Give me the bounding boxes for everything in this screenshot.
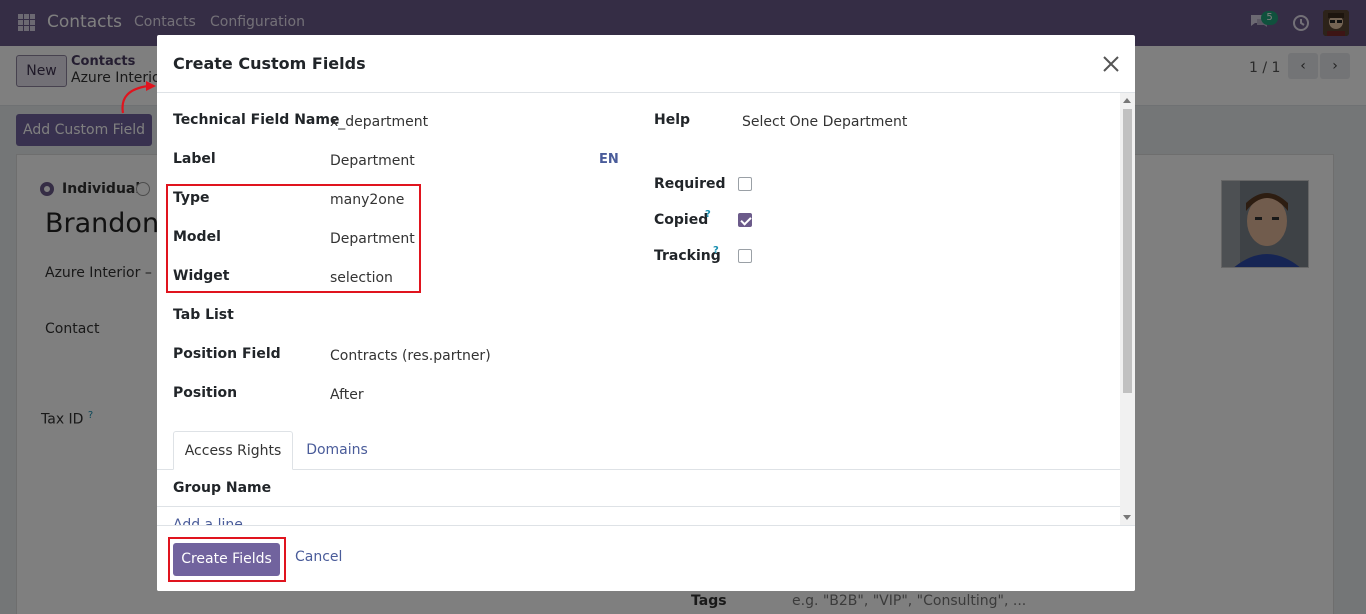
label-input[interactable]: Department [330,153,415,169]
position-field-label: Position Field [173,346,281,362]
dialog-header: Create Custom Fields [157,35,1135,93]
tab-domains[interactable]: Domains [297,431,377,470]
dialog-scrollbar-thumb[interactable] [1123,109,1132,393]
scroll-up-icon[interactable] [1123,98,1131,103]
tracking-label: Tracking [654,248,721,264]
position-field-select[interactable]: Contracts (res.partner) [330,348,491,364]
dialog-footer: Create Fields Cancel [157,525,1135,591]
create-custom-fields-dialog: Create Custom Fields Technical Field Nam… [157,35,1135,591]
tab-access-rights[interactable]: Access Rights [173,431,293,470]
tracking-checkbox[interactable] [738,249,752,263]
group-name-column: Group Name [173,480,272,496]
close-icon[interactable] [1101,54,1121,74]
tracking-help-icon[interactable]: ? [713,245,719,256]
copied-help-icon[interactable]: ? [705,209,711,220]
required-label: Required [654,176,726,192]
technical-field-name-label: Technical Field Name [173,112,340,128]
position-label: Position [173,385,238,401]
scroll-down-icon[interactable] [1123,515,1131,520]
copied-checkbox[interactable] [738,213,752,227]
group-table-header: Group Name [157,470,1120,507]
position-select[interactable]: After [330,387,364,403]
technical-field-name-input[interactable]: x_department [330,114,428,130]
create-fields-button[interactable]: Create Fields [173,543,280,576]
help-label: Help [654,112,691,128]
required-checkbox[interactable] [738,177,752,191]
label-label: Label [173,151,216,167]
copied-label: Copied [654,212,709,228]
tab-list-label: Tab List [173,307,234,323]
cancel-button[interactable]: Cancel [295,549,342,565]
dialog-body: Technical Field Name x_department Label … [157,93,1120,525]
add-line-link[interactable]: Add a line [173,517,243,525]
type-model-widget-highlight [166,184,421,293]
language-button[interactable]: EN [599,152,619,167]
help-input[interactable]: Select One Department [742,114,907,130]
annotation-arrow-icon [121,81,156,114]
dialog-title: Create Custom Fields [173,54,366,73]
